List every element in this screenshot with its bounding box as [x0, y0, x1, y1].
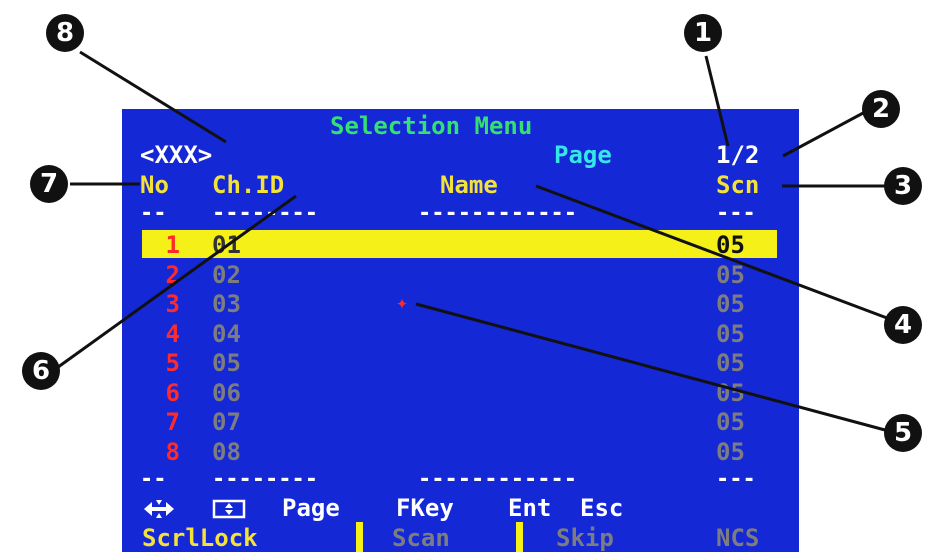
callout-lines — [53, 50, 888, 432]
callout-6: 6 — [22, 352, 60, 390]
callout-8: 8 — [46, 14, 84, 52]
callout-5: 5 — [884, 414, 922, 452]
callout-2: 2 — [862, 90, 900, 128]
callout-3: 3 — [884, 167, 922, 205]
callout-7: 7 — [30, 165, 68, 203]
callout-1: 1 — [684, 14, 722, 52]
callout-4: 4 — [884, 306, 922, 344]
